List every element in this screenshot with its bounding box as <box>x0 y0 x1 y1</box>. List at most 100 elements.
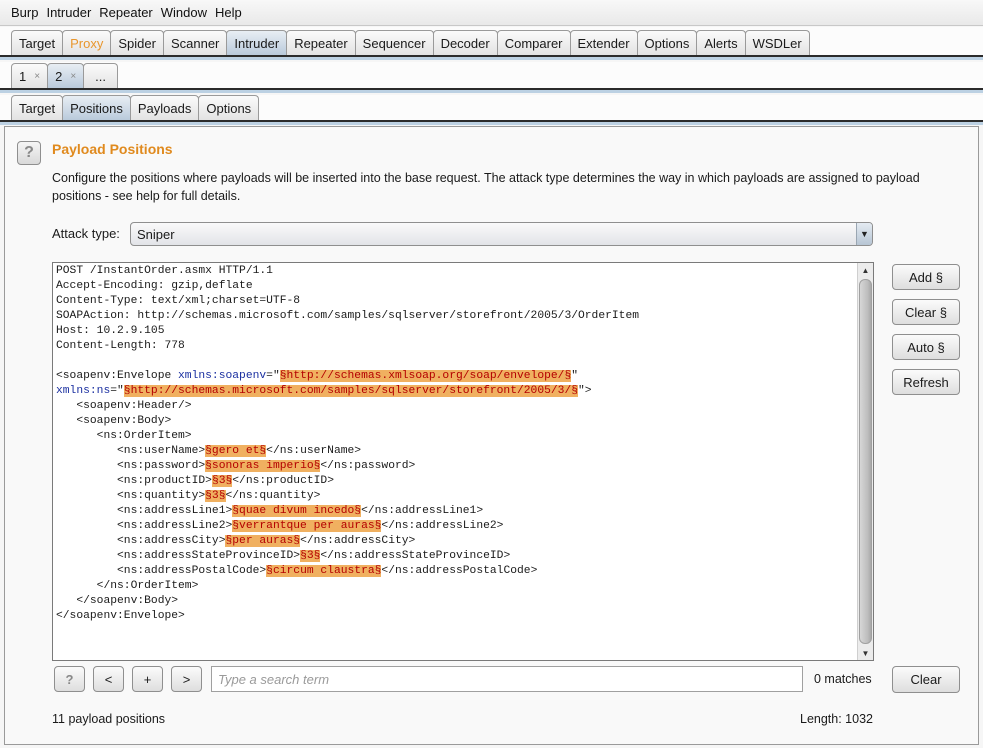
request-text-segment: </ns:addressLine2> <box>381 520 504 532</box>
add-marker-button[interactable]: Add § <box>892 264 960 290</box>
tab-decoder[interactable]: Decoder <box>432 30 498 55</box>
clear-search-button[interactable]: Clear <box>892 666 960 693</box>
menu-help[interactable]: Help <box>215 5 242 20</box>
tab-comparer[interactable]: Comparer <box>496 30 571 55</box>
request-text-segment: <soapenv:Body> <box>56 415 172 427</box>
tab-alerts[interactable]: Alerts <box>696 30 746 55</box>
match-count: 0 matches <box>814 672 872 686</box>
payload-marker[interactable]: §verrantque per auras§ <box>232 520 382 532</box>
search-input[interactable] <box>211 666 803 692</box>
search-prev-button[interactable]: < <box>93 666 124 692</box>
request-text[interactable]: POST /InstantOrder.asmx HTTP/1.1 Accept-E… <box>56 264 855 660</box>
scroll-down-icon[interactable]: ▼ <box>858 646 873 660</box>
refresh-button[interactable]: Refresh <box>892 369 960 395</box>
request-line: <ns:productID>§3§</ns:productID> <box>56 474 855 489</box>
tab-intruder[interactable]: Intruder <box>226 30 288 55</box>
request-line: xmlns:ns="§http://schemas.microsoft.com/… <box>56 384 855 399</box>
request-text-segment: " <box>571 370 579 382</box>
tab-sequencer[interactable]: Sequencer <box>354 30 434 55</box>
scrollbar-thumb[interactable] <box>859 279 872 644</box>
request-line: <ns:userName>§gero et§</ns:userName> <box>56 444 855 459</box>
search-help-button[interactable]: ? <box>54 666 85 692</box>
tab-scanner[interactable]: Scanner <box>162 30 228 55</box>
tab-repeater[interactable]: Repeater <box>286 30 356 55</box>
close-icon[interactable]: × <box>70 71 76 82</box>
payload-marker[interactable]: §circum claustra§ <box>266 565 382 577</box>
request-text-segment: <ns:addressStateProvinceID> <box>56 550 301 562</box>
request-text-segment: </ns:addressStateProvinceID> <box>320 550 511 562</box>
payload-marker[interactable]: §http://schemas.xmlsoap.org/soap/envelop… <box>279 370 572 382</box>
help-icon[interactable]: ? <box>17 141 41 165</box>
attack-type-label: Attack type: <box>52 226 120 241</box>
tab-extender[interactable]: Extender <box>569 30 638 55</box>
attack-tab-bar: 1 × 2 × ... <box>0 62 983 93</box>
menu-window[interactable]: Window <box>161 5 207 20</box>
payload-marker[interactable]: §gero et§ <box>205 445 267 457</box>
request-text-segment: <ns:addressLine1> <box>56 505 233 517</box>
request-text-segment: <ns:OrderItem> <box>56 430 192 442</box>
payload-marker[interactable]: §3§ <box>205 490 226 502</box>
menu-intruder[interactable]: Intruder <box>46 5 91 20</box>
section-title: Payload Positions <box>52 141 173 157</box>
subtab-payloads[interactable]: Payloads <box>129 95 200 120</box>
auto-markers-button[interactable]: Auto § <box>892 334 960 360</box>
request-line: SOAPAction: http://schemas.microsoft.com… <box>56 309 855 324</box>
request-line: <ns:quantity>§3§</ns:quantity> <box>56 489 855 504</box>
menu-burp[interactable]: Burp <box>11 5 38 20</box>
request-line: <ns:password>§sonoras imperio§</ns:passw… <box>56 459 855 474</box>
close-icon[interactable]: × <box>34 71 40 82</box>
search-options-button[interactable]: + <box>132 666 163 692</box>
request-text-segment: </ns:productID> <box>232 475 334 487</box>
request-line: <ns:addressPostalCode>§circum claustra§<… <box>56 564 855 579</box>
search-next-button[interactable]: > <box>171 666 202 692</box>
request-text-segment: Accept-Encoding: gzip,deflate <box>56 280 253 292</box>
subtab-options[interactable]: Options <box>198 95 260 120</box>
request-text-segment: </ns:quantity> <box>225 490 321 502</box>
request-line: <ns:addressCity>§per auras§</ns:addressC… <box>56 534 855 549</box>
request-text-segment: </ns:addressPostalCode> <box>381 565 538 577</box>
request-text-segment: <ns:productID> <box>56 475 212 487</box>
tab-options[interactable]: Options <box>636 30 698 55</box>
payload-marker[interactable]: §per auras§ <box>225 535 301 547</box>
tab-wsdler[interactable]: WSDLer <box>744 30 810 55</box>
request-editor[interactable]: POST /InstantOrder.asmx HTTP/1.1 Accept-E… <box>52 262 874 661</box>
payload-marker[interactable]: §quae divum incedo§ <box>232 505 362 517</box>
attack-tab-1[interactable]: 1 × <box>11 63 49 88</box>
menu-bar: Burp Intruder Repeater Window Help <box>0 0 983 26</box>
xml-attribute: xmlns:ns <box>56 385 111 397</box>
request-text-segment: Content-Type: text/xml;charset=UTF-8 <box>56 295 301 307</box>
request-length: Length: 1032 <box>800 712 873 726</box>
payload-marker[interactable]: §http://schemas.microsoft.com/samples/sq… <box>123 385 579 397</box>
tab-target[interactable]: Target <box>11 30 64 55</box>
request-line: </ns:OrderItem> <box>56 579 855 594</box>
chevron-down-icon[interactable]: ▼ <box>856 223 872 245</box>
subtab-positions[interactable]: Positions <box>62 95 131 120</box>
tab-proxy[interactable]: Proxy <box>62 30 112 55</box>
request-line: <ns:OrderItem> <box>56 429 855 444</box>
request-text-segment: =" <box>110 385 124 397</box>
attack-tab-2[interactable]: 2 × <box>47 63 85 88</box>
tab-spider[interactable]: Spider <box>110 30 164 55</box>
attack-type-select[interactable]: Sniper ▼ <box>130 222 873 246</box>
subtab-target[interactable]: Target <box>11 95 64 120</box>
request-text-segment: </ns:password> <box>320 460 416 472</box>
payload-marker[interactable]: §3§ <box>300 550 321 562</box>
vertical-scrollbar[interactable]: ▲ ▼ <box>857 263 873 660</box>
request-line: Content-Length: 778 <box>56 339 855 354</box>
payload-marker[interactable]: §sonoras imperio§ <box>205 460 321 472</box>
request-text-segment: POST /InstantOrder.asmx HTTP/1.1 <box>56 265 273 277</box>
request-text-segment: <soapenv:Envelope <box>56 370 179 382</box>
clear-markers-button[interactable]: Clear § <box>892 299 960 325</box>
request-text-segment: </ns:OrderItem> <box>56 580 199 592</box>
menu-repeater[interactable]: Repeater <box>99 5 152 20</box>
request-text-segment: <ns:addressCity> <box>56 535 226 547</box>
scroll-up-icon[interactable]: ▲ <box>858 263 873 277</box>
request-text-segment: <ns:password> <box>56 460 206 472</box>
request-text-segment: <soapenv:Header/> <box>56 400 192 412</box>
request-line: <ns:addressStateProvinceID>§3§</ns:addre… <box>56 549 855 564</box>
request-text-segment: </ns:addressLine1> <box>361 505 484 517</box>
new-attack-tab[interactable]: ... <box>83 63 118 88</box>
payload-marker[interactable]: §3§ <box>211 475 233 487</box>
request-line: </soapenv:Envelope> <box>56 609 855 624</box>
request-text-segment: SOAPAction: http://schemas.microsoft.com… <box>56 310 640 322</box>
